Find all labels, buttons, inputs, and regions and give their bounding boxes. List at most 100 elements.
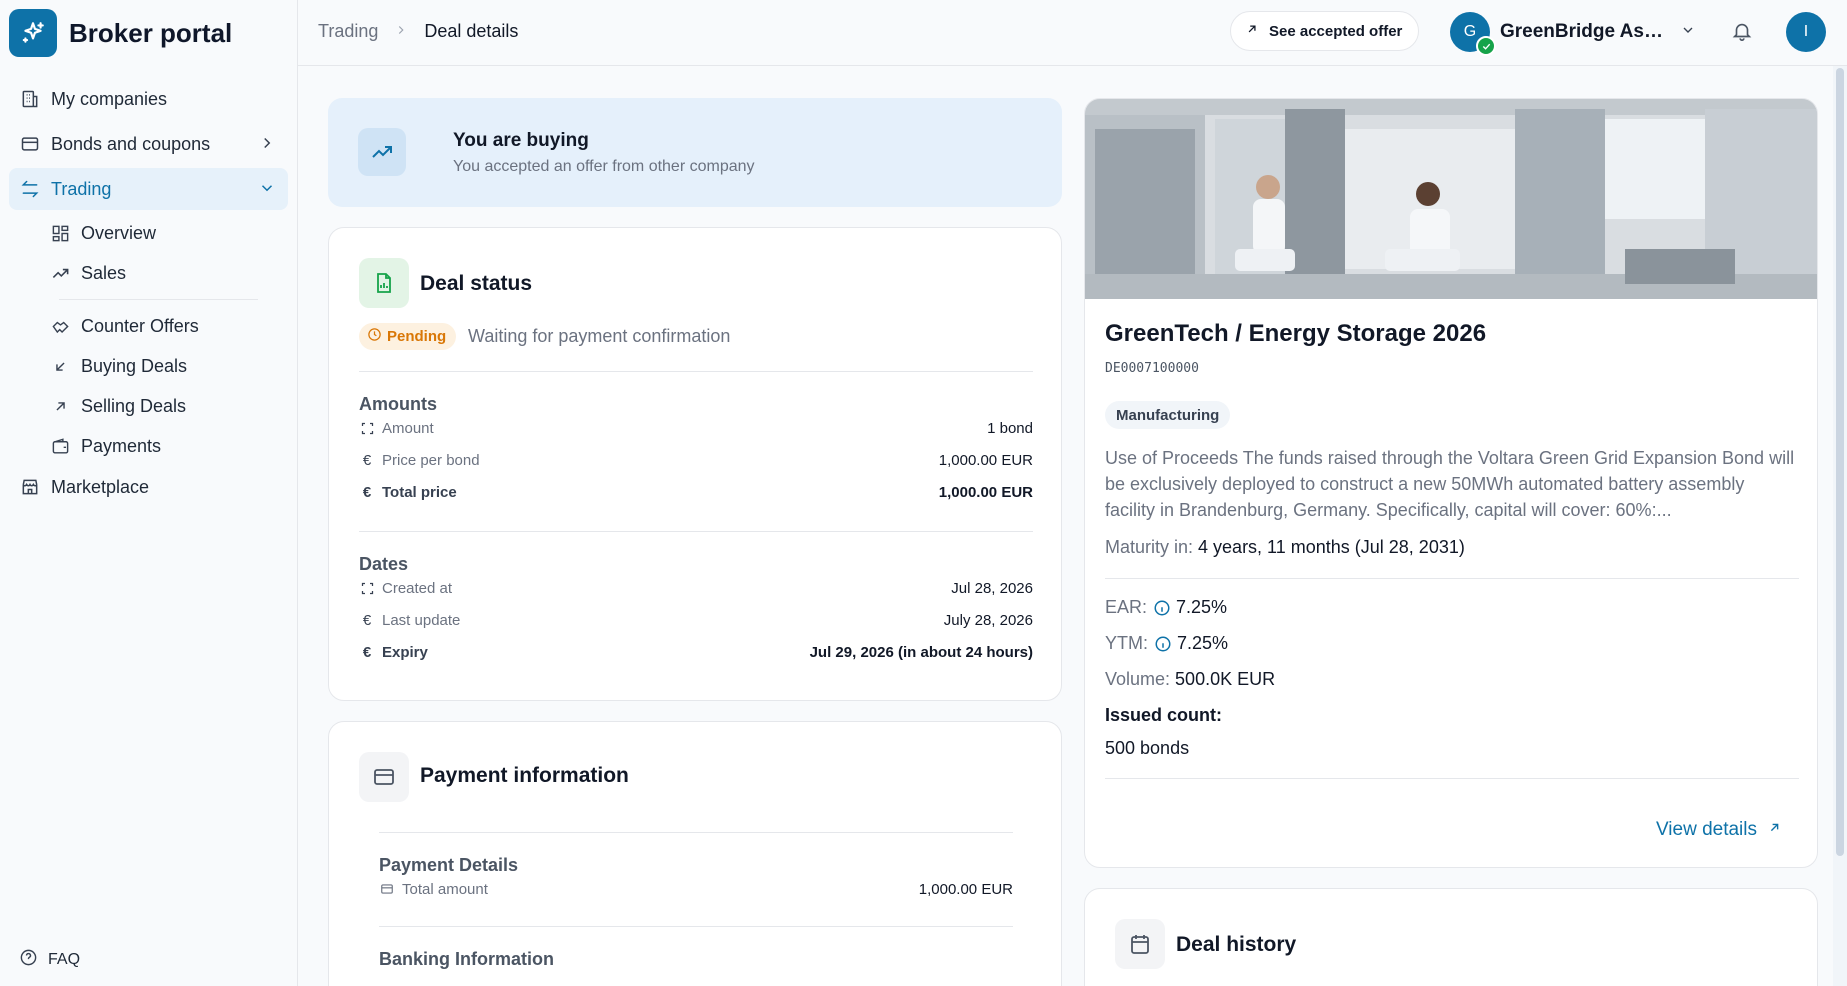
dashboard-icon xyxy=(49,222,71,244)
sidebar-item-label: Trading xyxy=(51,178,112,199)
company-name: GreenBridge Asset Management xyxy=(1500,21,1672,42)
calendar-icon xyxy=(1115,919,1165,969)
last-update-row: € Last update July 28, 2026 xyxy=(359,609,1033,631)
created-at-row: Created at Jul 28, 2026 xyxy=(359,577,1033,599)
volume-value: 500.0K EUR xyxy=(1175,669,1276,689)
info-icon[interactable] xyxy=(1154,635,1172,653)
amount-row: Amount 1 bond xyxy=(359,417,1033,439)
euro-icon: € xyxy=(362,611,372,629)
breadcrumb-trading[interactable]: Trading xyxy=(318,21,378,42)
issued-count-value: 500 bonds xyxy=(1105,738,1190,758)
dates-title: Dates xyxy=(359,554,409,574)
bond-isin: DE0007100000 xyxy=(1105,361,1199,376)
sidebar-item-my-companies[interactable]: My companies xyxy=(9,78,288,120)
total-amount-row: Total amount 1,000.00 EUR xyxy=(379,878,1013,900)
see-accepted-offer-label: See accepted offer xyxy=(1269,22,1403,40)
sidebar-item-buying-deals[interactable]: Buying Deals xyxy=(49,346,288,386)
chevron-right-icon xyxy=(258,134,276,157)
company-switcher[interactable]: G GreenBridge Asset Management xyxy=(1450,11,1696,56)
question-circle-icon xyxy=(19,948,38,972)
view-details-label: View details xyxy=(1655,819,1757,840)
sidebar-item-label: Buying Deals xyxy=(81,355,188,376)
divider xyxy=(379,926,1013,927)
euro-icon: € xyxy=(362,483,372,501)
bond-card: GreenTech / Energy Storage 2026 DE000710… xyxy=(1084,98,1818,868)
faq-link[interactable]: FAQ xyxy=(19,948,80,972)
wallet-icon xyxy=(49,435,71,457)
sidebar-item-marketplace[interactable]: Marketplace xyxy=(9,466,288,508)
euro-icon: € xyxy=(362,643,372,661)
sidebar-item-counter-offers[interactable]: Counter Offers xyxy=(49,306,288,346)
sidebar-item-label: Counter Offers xyxy=(81,315,199,336)
document-chart-icon xyxy=(359,258,409,308)
sidebar-item-bonds-and-coupons[interactable]: Bonds and coupons xyxy=(9,123,288,165)
trading-submenu: Overview Sales Counter Offers Buying Dea xyxy=(49,213,288,466)
sidebar-item-payments[interactable]: Payments xyxy=(49,426,288,466)
total-price-label: Total price xyxy=(382,483,457,501)
total-amount-value: 1,000.00 EUR xyxy=(918,880,1013,898)
divider xyxy=(379,832,1013,833)
created-at-value: Jul 28, 2026 xyxy=(951,579,1033,597)
sidebar-item-label: Payments xyxy=(81,435,162,456)
arrow-up-right-icon xyxy=(49,395,71,417)
expiry-label: Expiry xyxy=(382,643,428,661)
banking-information-title: Banking Information xyxy=(379,949,554,969)
last-update-label: Last update xyxy=(382,611,461,629)
deal-status-title: Deal status xyxy=(420,272,533,295)
sector-tag: Manufacturing xyxy=(1105,401,1231,429)
main-content: You are buying You accepted an offer fro… xyxy=(298,66,1847,986)
scrollbar[interactable] xyxy=(1833,66,1847,986)
sidebar-item-overview[interactable]: Overview xyxy=(49,213,288,253)
buying-banner: You are buying You accepted an offer fro… xyxy=(328,98,1062,207)
scrollbar-thumb[interactable] xyxy=(1836,68,1844,856)
ear-row: EAR: 7.25% xyxy=(1105,597,1227,618)
user-avatar[interactable]: I xyxy=(1786,12,1826,52)
euro-icon: € xyxy=(362,451,372,469)
sidebar-item-selling-deals[interactable]: Selling Deals xyxy=(49,386,288,426)
status-badge-label: Pending xyxy=(387,328,447,345)
maturity-value: 4 years, 11 months (Jul 28, 2031) xyxy=(1198,537,1465,557)
info-icon[interactable] xyxy=(1153,599,1171,617)
card-icon xyxy=(19,133,41,155)
sidebar-item-label: Bonds and coupons xyxy=(51,133,211,154)
sidebar: Broker portal My companies Bonds and cou… xyxy=(0,0,298,986)
last-update-value: July 28, 2026 xyxy=(943,611,1033,629)
issued-count-label: Issued count: xyxy=(1105,705,1223,725)
view-details-link[interactable]: View details xyxy=(1656,819,1782,841)
divider xyxy=(359,531,1033,532)
sidebar-item-sales[interactable]: Sales xyxy=(49,253,288,293)
sidebar-item-label: Overview xyxy=(81,222,157,243)
see-accepted-offer-button[interactable]: See accepted offer xyxy=(1230,11,1420,51)
breadcrumb-current: Deal details xyxy=(424,21,519,41)
buying-subtitle: You accepted an offer from other company xyxy=(453,158,755,175)
bell-icon[interactable] xyxy=(1731,20,1753,47)
brand[interactable]: Broker portal xyxy=(0,0,297,66)
buying-title: You are buying xyxy=(453,130,589,151)
payment-details-title: Payment Details xyxy=(379,855,519,875)
ytm-value: 7.25% xyxy=(1177,633,1229,653)
amount-value: 1 bond xyxy=(987,419,1033,437)
expiry-value: Jul 29, 2026 (in about 24 hours) xyxy=(809,643,1033,661)
sidebar-item-trading[interactable]: Trading xyxy=(9,168,288,210)
user-initial: I xyxy=(1803,23,1809,40)
main-nav: My companies Bonds and coupons Trading O… xyxy=(0,78,297,508)
price-per-bond-label: Price per bond xyxy=(382,451,480,469)
building-icon xyxy=(19,88,41,110)
brand-title: Broker portal xyxy=(69,17,233,48)
status-badge: Pending xyxy=(359,323,457,350)
maturity-label: Maturity in: xyxy=(1105,537,1194,557)
topbar: Trading Deal details See accepted offer … xyxy=(298,0,1847,66)
sidebar-item-label: Selling Deals xyxy=(81,395,187,416)
sidebar-item-label: Marketplace xyxy=(51,476,150,497)
scan-frame-icon xyxy=(359,581,375,596)
credit-card-icon xyxy=(359,752,409,802)
bond-title: GreenTech / Energy Storage 2026 xyxy=(1105,320,1487,347)
divider xyxy=(1105,778,1799,779)
ear-value: 7.25% xyxy=(1176,597,1228,617)
total-amount-label: Total amount xyxy=(402,880,488,898)
ytm-label: YTM: xyxy=(1105,633,1148,653)
arrow-up-right-icon xyxy=(1245,22,1259,40)
maturity-row: Maturity in: 4 years, 11 months (Jul 28,… xyxy=(1105,537,1465,558)
expiry-row: € Expiry Jul 29, 2026 (in about 24 hours) xyxy=(359,641,1033,663)
price-per-bond-row: € Price per bond 1,000.00 EUR xyxy=(359,449,1033,471)
